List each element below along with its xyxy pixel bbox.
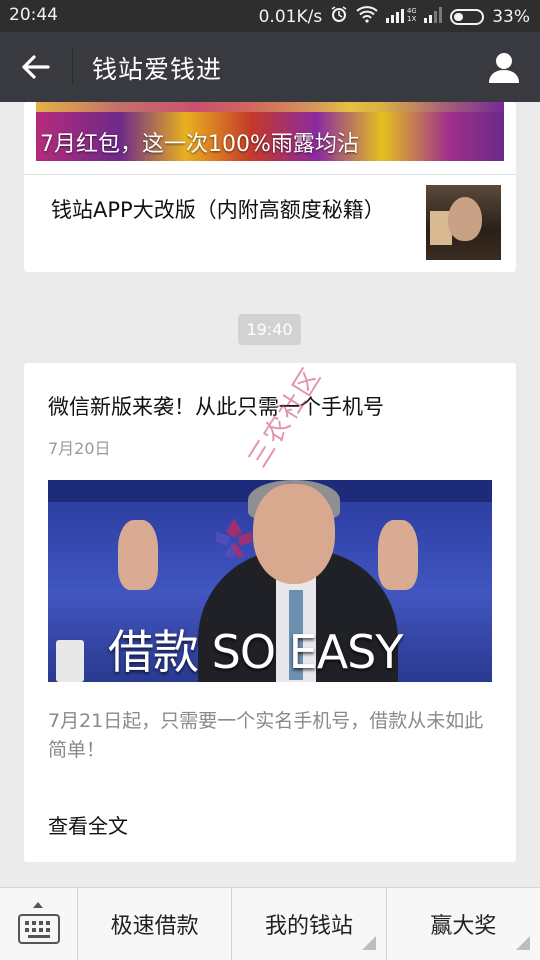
cover-hand-left: [118, 520, 158, 590]
menu-item-my-qianzhan[interactable]: 我的钱站: [232, 888, 387, 960]
menu-item-quick-loan[interactable]: 极速借款: [78, 888, 233, 960]
article-card-top: 7月红包，这一次100%雨露均沾 钱站APP大改版（内附高额度秘籍）: [24, 102, 516, 272]
wifi-icon: [356, 5, 378, 28]
profile-button[interactable]: [482, 46, 526, 88]
read-more-link[interactable]: 查看全文: [48, 810, 128, 839]
cover-caption: 借款 SO EASY: [108, 625, 403, 679]
sub-article-title[interactable]: 钱站APP大改版（内附高额度秘籍）: [51, 194, 411, 226]
submenu-indicator-icon: [361, 936, 376, 950]
message-timestamp: 19:40: [238, 314, 301, 345]
menu-item-label: 极速借款: [110, 914, 199, 939]
back-button[interactable]: [14, 46, 58, 88]
sub-article-thumbnail[interactable]: [426, 185, 501, 260]
article-date: 7月20日: [48, 439, 111, 458]
article-title[interactable]: 微信新版来袭！从此只需一个手机号: [48, 391, 384, 421]
submenu-indicator-icon: [515, 936, 530, 950]
title-bar: 钱站爱钱进: [0, 32, 540, 102]
banner-stripe: [36, 102, 504, 112]
keyboard-icon: [17, 914, 60, 944]
battery-percent: 33%: [492, 6, 530, 27]
page-title: 钱站爱钱进: [92, 55, 223, 84]
status-bar: 20:44 0.01K/s 4G 1X 33%: [0, 0, 540, 32]
person-icon: [489, 53, 519, 83]
article-summary: 7月21日起，只需要一个实名手机号，借款从未如此简单！: [48, 710, 484, 761]
svg-text:1X: 1X: [407, 15, 416, 23]
cover-head: [253, 484, 335, 584]
expand-caret-icon: [33, 902, 43, 908]
bottom-menu: 极速借款 我的钱站 赢大奖: [0, 887, 540, 960]
network-speed: 0.01K/s: [258, 6, 323, 27]
battery-icon: [450, 8, 485, 25]
alarm-icon: [330, 5, 348, 28]
cover-cup: [56, 640, 84, 682]
card-divider: [24, 174, 516, 175]
article-card-main[interactable]: 微信新版来袭！从此只需一个手机号 7月20日 借款 SO EASY 7月21日起…: [24, 363, 516, 862]
battery-fill: [454, 12, 464, 21]
title-divider: [72, 49, 73, 85]
back-arrow-icon: [22, 55, 50, 79]
banner-image[interactable]: 7月红包，这一次100%雨露均沾: [36, 102, 504, 161]
signal-icon-2: [424, 5, 443, 28]
status-right: 0.01K/s 4G 1X 33%: [259, 5, 530, 28]
cover-hand-right: [378, 520, 418, 590]
keyboard-toggle-button[interactable]: [0, 888, 78, 960]
menu-item-label: 赢大奖: [430, 914, 497, 939]
signal-icon: 4G 1X: [386, 5, 417, 28]
status-time: 20:44: [9, 5, 58, 25]
thumbnail-face: [448, 197, 482, 241]
banner-caption: 7月红包，这一次100%雨露均沾: [40, 132, 359, 157]
article-cover-image[interactable]: 借款 SO EASY: [48, 480, 492, 682]
svg-text:4G: 4G: [407, 7, 416, 15]
menu-item-label: 我的钱站: [264, 914, 353, 939]
menu-item-win-prize[interactable]: 赢大奖: [387, 888, 540, 960]
